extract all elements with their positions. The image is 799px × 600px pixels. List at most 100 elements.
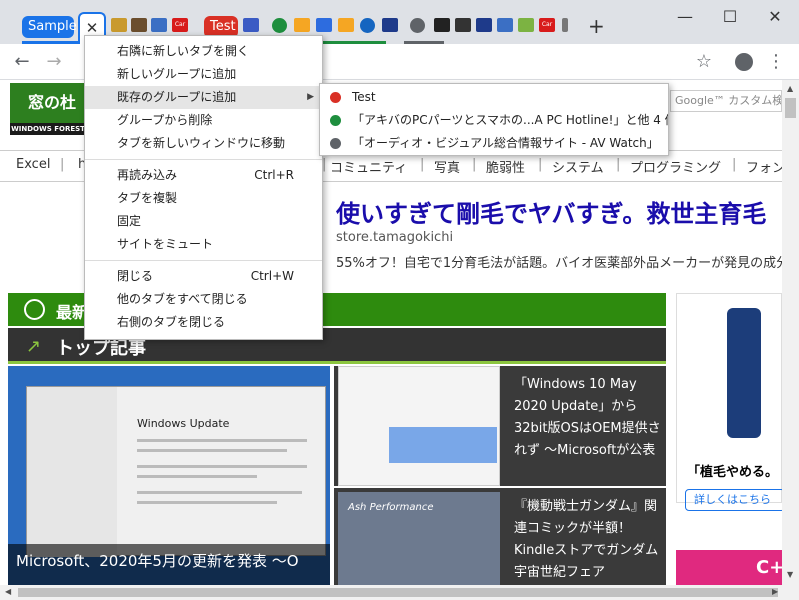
article-title[interactable]: 「Windows 10 May 2020 Update」から32bit版OSはO… bbox=[514, 374, 662, 462]
clock-icon bbox=[24, 299, 45, 320]
article-caption[interactable]: Microsoft、2020年5月の更新を発表 〜O bbox=[8, 544, 330, 585]
vertical-scrollbar[interactable]: ▲ ▼ bbox=[782, 80, 799, 585]
maximize-button[interactable]: ☐ bbox=[715, 4, 745, 30]
tab-favicon[interactable] bbox=[455, 18, 471, 32]
scroll-right-icon[interactable]: ▶ bbox=[772, 587, 778, 596]
thumbnail-line bbox=[137, 501, 277, 504]
nav-item[interactable]: フォン bbox=[746, 157, 782, 176]
tab-favicon[interactable] bbox=[294, 18, 310, 32]
scroll-thumb[interactable] bbox=[18, 588, 778, 597]
article-thumbnail: Windows Update bbox=[26, 386, 326, 557]
nav-item[interactable]: システム bbox=[552, 157, 604, 176]
menu-item-reload[interactable]: 再読み込み Ctrl+R bbox=[85, 164, 322, 187]
close-window-button[interactable]: ✕ bbox=[760, 4, 790, 30]
side-ad-button[interactable]: 詳しくはこちら bbox=[685, 489, 782, 511]
nav-separator: | bbox=[60, 157, 65, 172]
text-ad[interactable]: 使いすぎて剛毛でヤバすぎ。救世主育毛 store.tamagokichi 55%… bbox=[322, 184, 782, 274]
tab-favicon[interactable] bbox=[562, 18, 568, 32]
forward-icon[interactable]: → bbox=[42, 50, 66, 74]
ad-product-image bbox=[727, 308, 761, 438]
group-color-dot-icon bbox=[330, 115, 341, 126]
trend-icon: ↗ bbox=[26, 336, 42, 357]
thumbnail-line bbox=[137, 491, 302, 494]
menu-item-open-tab-right[interactable]: 右隣に新しいタブを開く bbox=[85, 40, 322, 63]
side-ad[interactable]: 「植毛やめる。 詳しくはこちら bbox=[676, 293, 782, 511]
group-color-dot-icon bbox=[330, 92, 341, 103]
tab-favicon[interactable] bbox=[382, 18, 398, 32]
submenu-item-group-pc-hotline[interactable]: 「アキバのPCパーツとスマホの...A PC Hotline!」と他 4 個のタ… bbox=[320, 109, 668, 132]
horizontal-scrollbar[interactable]: ◀ ▶ bbox=[0, 585, 799, 600]
scroll-thumb[interactable] bbox=[785, 98, 796, 118]
tab-favicon[interactable] bbox=[151, 18, 167, 32]
menu-item-mute-site[interactable]: サイトをミュート bbox=[85, 233, 322, 256]
article-tile[interactable]: Windows Update Microsoft、2020年5月の更新を発表 〜… bbox=[8, 366, 330, 585]
thumbnail-highlight bbox=[389, 427, 497, 463]
menu-item-remove-from-group[interactable]: グループから削除 bbox=[85, 109, 322, 132]
site-search-input[interactable]: Google™ カスタム検索 bbox=[670, 90, 782, 112]
thumbnail-text: Ash Performance bbox=[348, 502, 434, 513]
scroll-up-icon[interactable]: ▲ bbox=[787, 84, 793, 93]
scroll-left-icon[interactable]: ◀ bbox=[5, 587, 11, 596]
thumbnail-heading: Windows Update bbox=[137, 417, 230, 430]
menu-shortcut: Ctrl+W bbox=[250, 269, 294, 283]
back-icon[interactable]: ← bbox=[10, 50, 34, 74]
tab-favicon[interactable] bbox=[518, 18, 534, 32]
new-tab-button[interactable]: + bbox=[588, 14, 605, 38]
menu-item-add-to-new-group[interactable]: 新しいグループに追加 bbox=[85, 63, 322, 86]
nav-item[interactable]: 写真 bbox=[434, 157, 460, 176]
tab-favicon[interactable] bbox=[316, 18, 332, 32]
nav-item[interactable]: コミュニティ bbox=[330, 157, 407, 176]
menu-item-add-to-existing-group[interactable]: 既存のグループに追加 ▶ bbox=[85, 86, 322, 109]
tab-favicon[interactable] bbox=[272, 18, 287, 33]
tab-favicon[interactable] bbox=[497, 18, 513, 32]
existing-group-submenu: Test 「アキバのPCパーツとスマホの...A PC Hotline!」と他 … bbox=[319, 83, 669, 156]
menu-item-close-right[interactable]: 右側のタブを閉じる bbox=[85, 311, 322, 334]
thumbnail-line bbox=[137, 449, 287, 452]
submenu-item-group-av-watch[interactable]: 「オーディオ・ビジュアル総合情報サイト - AV Watch」 bbox=[320, 132, 668, 155]
article-thumbnail: Ash Performance bbox=[338, 492, 500, 585]
article-tile[interactable]: 「Windows 10 May 2020 Update」から32bit版OSはO… bbox=[334, 366, 666, 486]
nav-separator: | bbox=[538, 157, 543, 172]
article-thumbnail bbox=[338, 366, 500, 486]
logo-sub-text: WINDOWS FOREST bbox=[10, 123, 86, 135]
tab-favicon[interactable] bbox=[338, 18, 354, 32]
nav-item[interactable]: Excel bbox=[16, 157, 50, 172]
ad-title[interactable]: 使いすぎて剛毛でヤバすぎ。救世主育毛 bbox=[336, 194, 766, 229]
thumbnail-line bbox=[137, 475, 257, 478]
menu-item-duplicate[interactable]: タブを複製 bbox=[85, 187, 322, 210]
menu-separator bbox=[85, 260, 322, 261]
article-tile[interactable]: Ash Performance 『機動戦士ガンダム』関連コミックが半額！Kind… bbox=[334, 488, 666, 585]
tab-favicon[interactable] bbox=[131, 18, 147, 32]
tab-favicon[interactable] bbox=[476, 18, 492, 32]
submenu-arrow-icon: ▶ bbox=[307, 92, 314, 102]
menu-item-move-to-new-window[interactable]: タブを新しいウィンドウに移動 bbox=[85, 132, 322, 155]
menu-icon[interactable]: ⋮ bbox=[764, 50, 788, 74]
submenu-item-group-test[interactable]: Test bbox=[320, 86, 668, 109]
menu-item-close[interactable]: 閉じる Ctrl+W bbox=[85, 265, 322, 288]
article-title[interactable]: 『機動戦士ガンダム』関連コミックが半額！Kindleストアでガンダム宇宙世紀フェ… bbox=[514, 496, 662, 584]
group-color-dot-icon bbox=[330, 138, 341, 149]
tab-favicon[interactable] bbox=[111, 18, 127, 32]
nav-item[interactable]: 脆弱性 bbox=[486, 157, 525, 176]
tab-favicon[interactable] bbox=[360, 18, 375, 33]
menu-item-pin[interactable]: 固定 bbox=[85, 210, 322, 233]
menu-item-close-others[interactable]: 他のタブをすべて閉じる bbox=[85, 288, 322, 311]
scroll-down-icon[interactable]: ▼ bbox=[787, 570, 793, 579]
tab-favicon[interactable]: Car bbox=[539, 18, 555, 32]
nav-separator: | bbox=[732, 157, 737, 172]
pink-ad[interactable]: C+ bbox=[676, 550, 782, 585]
thumbnail-line bbox=[137, 439, 307, 442]
logo-main-text: 窓の杜 bbox=[28, 93, 77, 112]
tab-favicon[interactable] bbox=[243, 18, 259, 32]
nav-separator: | bbox=[472, 157, 477, 172]
tab-group-sample[interactable]: Sample bbox=[22, 16, 77, 38]
profile-avatar-icon[interactable] bbox=[732, 50, 756, 74]
site-logo[interactable]: 窓の杜 WINDOWS FOREST bbox=[10, 83, 86, 135]
tab-favicon[interactable] bbox=[410, 18, 425, 33]
minimize-button[interactable]: — bbox=[670, 4, 700, 30]
ad-url[interactable]: store.tamagokichi bbox=[336, 230, 453, 245]
tab-favicon[interactable]: Car bbox=[172, 18, 188, 32]
tab-favicon[interactable] bbox=[434, 18, 450, 32]
bookmark-star-icon[interactable]: ☆ bbox=[692, 50, 716, 74]
nav-item[interactable]: プログラミング bbox=[630, 157, 721, 176]
